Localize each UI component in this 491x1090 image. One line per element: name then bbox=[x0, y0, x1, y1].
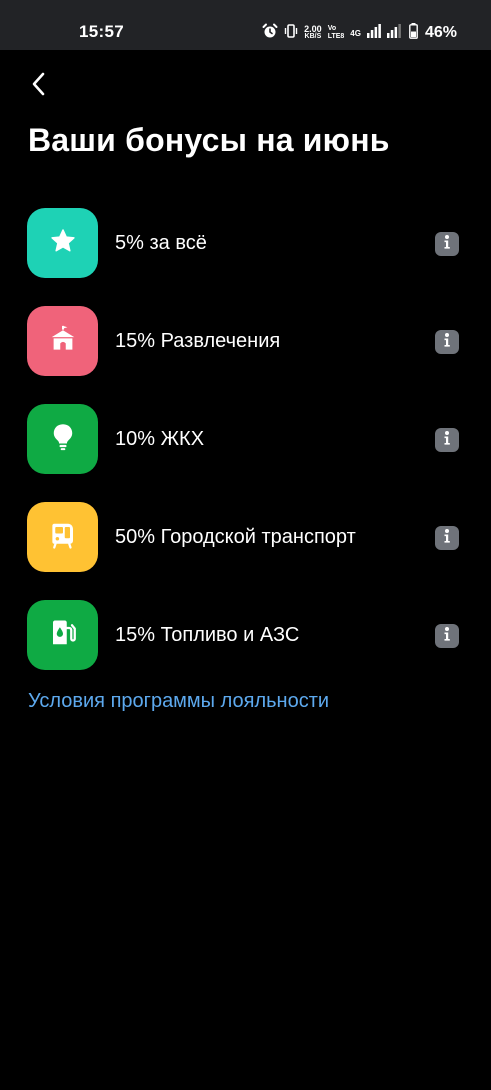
bonus-label: 15% Топливо и АЗС bbox=[115, 624, 300, 646]
lightbulb-icon bbox=[49, 422, 77, 457]
signal-icon bbox=[366, 23, 381, 43]
signal-icon-2 bbox=[386, 23, 403, 43]
bonus-label: 5% за всё bbox=[115, 232, 207, 254]
bonus-icon-tile bbox=[27, 502, 98, 572]
bonus-icon-tile bbox=[27, 306, 98, 376]
fuel-pump-icon bbox=[48, 618, 78, 653]
info-button[interactable] bbox=[435, 330, 459, 354]
bonus-label: 50% Городской транспорт bbox=[115, 526, 356, 548]
back-button[interactable] bbox=[28, 66, 68, 106]
bonus-item-entertainment[interactable]: 15% Развлечения bbox=[0, 306, 491, 376]
battery-icon bbox=[409, 22, 418, 44]
info-icon bbox=[441, 528, 453, 549]
volte-indicator: Vo LTE8 bbox=[328, 25, 345, 41]
vibrate-icon bbox=[284, 23, 298, 44]
volte-bottom: LTE8 bbox=[327, 33, 345, 40]
circus-tent-icon bbox=[48, 324, 78, 359]
star-icon bbox=[49, 227, 77, 260]
volte-top: Vo bbox=[327, 25, 337, 32]
loyalty-terms-link[interactable]: Условия программы лояльности bbox=[28, 690, 329, 713]
chevron-left-icon bbox=[28, 71, 48, 102]
status-icons: 2.00 KB/S Vo LTE8 4G 46% bbox=[262, 22, 457, 44]
page-title: Ваши бонусы на июнь bbox=[28, 122, 390, 158]
network-type: 4G bbox=[350, 29, 361, 38]
info-button[interactable] bbox=[435, 428, 459, 452]
alarm-icon bbox=[262, 23, 278, 44]
bonus-list: 5% за всё 15% Развлечения 10% ЖКХ 50% Го… bbox=[0, 208, 491, 698]
net-speed-unit: KB/S bbox=[304, 33, 322, 40]
info-icon bbox=[441, 234, 453, 255]
bonus-item-utilities[interactable]: 10% ЖКХ bbox=[0, 404, 491, 474]
network-type-label: 4G bbox=[350, 28, 361, 38]
info-button[interactable] bbox=[435, 526, 459, 550]
bonus-icon-tile bbox=[27, 404, 98, 474]
bonus-label: 15% Развлечения bbox=[115, 330, 281, 352]
status-bar: 15:57 2.00 KB/S Vo LTE8 4G 46% bbox=[0, 0, 491, 50]
info-button[interactable] bbox=[435, 624, 459, 648]
info-button[interactable] bbox=[435, 232, 459, 256]
info-icon bbox=[441, 626, 453, 647]
info-icon bbox=[441, 430, 453, 451]
bonus-icon-tile bbox=[27, 208, 98, 278]
bonus-icon-tile bbox=[27, 600, 98, 670]
bonus-item-fuel[interactable]: 15% Топливо и АЗС bbox=[0, 600, 491, 670]
tram-icon bbox=[48, 520, 78, 555]
battery-percent: 46% bbox=[424, 24, 457, 41]
bonus-item-transport[interactable]: 50% Городской транспорт bbox=[0, 502, 491, 572]
bonus-item-all[interactable]: 5% за всё bbox=[0, 208, 491, 278]
info-icon bbox=[441, 332, 453, 353]
bonus-label: 10% ЖКХ bbox=[115, 428, 205, 450]
net-speed-value: 2.00 bbox=[304, 24, 322, 34]
net-speed: 2.00 KB/S bbox=[304, 25, 322, 41]
status-time: 15:57 bbox=[79, 22, 124, 41]
